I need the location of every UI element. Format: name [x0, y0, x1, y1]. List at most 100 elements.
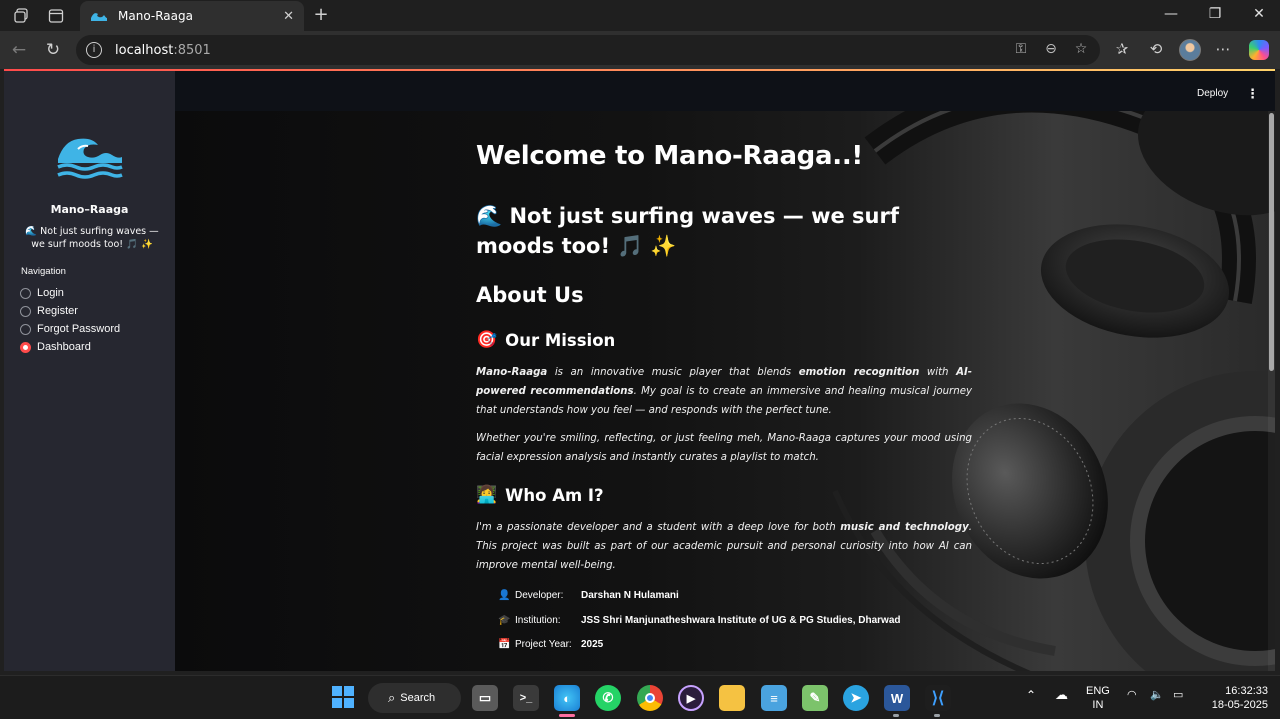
back-arrow-icon[interactable]: ←	[8, 39, 30, 61]
mission-heading: 🎯 Our Mission	[476, 330, 615, 350]
deploy-button[interactable]: Deploy	[1197, 88, 1228, 99]
nav-login-label: Login	[37, 287, 64, 299]
edge-browser-icon[interactable]: ◐	[554, 685, 580, 711]
task-view-icon[interactable]: ▭	[472, 685, 498, 711]
wifi-icon[interactable]: ◠	[1127, 688, 1137, 701]
whoami-text-a: I'm a passionate developer and a student…	[476, 522, 841, 533]
vscode-icon[interactable]: ⟩⟨	[925, 685, 951, 711]
music-sparkle-emoji-icon: 🎵 ✨	[617, 234, 677, 258]
whatsapp-icon[interactable]: ✆	[595, 685, 621, 711]
sidebar-tagline: 🌊 Not just surfing waves — we surf moods…	[25, 226, 159, 250]
whoami-heading-text: Who Am I?	[505, 485, 604, 505]
calendar-icon: 📅	[498, 639, 511, 650]
show-hidden-icons-icon[interactable]: ⌃	[1026, 688, 1036, 702]
telegram-icon[interactable]: ➤	[843, 685, 869, 711]
key-icon[interactable]: ⚿	[1012, 41, 1030, 57]
close-window-icon[interactable]: ✕	[1249, 6, 1269, 22]
mission-text-c: with	[919, 367, 957, 378]
favorites-icon[interactable]: ✰	[1112, 40, 1132, 58]
language-indicator[interactable]: ENG IN	[1086, 684, 1110, 712]
close-tab-icon[interactable]: ✕	[283, 9, 294, 24]
nav-radio-forgot-password[interactable]: Forgot Password	[20, 323, 120, 335]
institution-value: JSS Shri Manjunatheshwara Institute of U…	[581, 615, 901, 626]
tab-actions-icon[interactable]	[46, 6, 66, 26]
tab-title: Mano-Raaga	[118, 9, 193, 23]
whoami-paragraph: I'm a passionate developer and a student…	[476, 518, 972, 575]
emotion-recognition-bold: emotion recognition	[798, 367, 920, 378]
url-input[interactable]: i localhost:8501 ⚿ ⊖ ☆	[76, 35, 1100, 65]
whoami-heading: 👩‍💻 Who Am I?	[476, 485, 604, 505]
browser-tab-bar: Mano-Raaga ✕ + — ❐ ✕	[0, 0, 1280, 31]
search-icon: ⌕	[388, 690, 396, 706]
radio-circle[interactable]	[20, 323, 31, 335]
site-info-icon[interactable]: i	[86, 42, 102, 58]
page-title: Welcome to Mano-Raaga..!	[476, 141, 863, 171]
url-host: localhost	[115, 42, 174, 58]
zoom-icon[interactable]: ⊖	[1042, 41, 1060, 57]
main-menu-icon[interactable]: ⋮	[1246, 87, 1259, 102]
nav-dashboard-label: Dashboard	[37, 341, 91, 353]
edge-running-indicator	[559, 714, 575, 717]
vscode-running-indicator	[934, 714, 940, 717]
new-tab-icon[interactable]: +	[310, 4, 332, 25]
word-icon[interactable]: W	[884, 685, 910, 711]
app-viewport: Mano–Raaga 🌊 Not just surfing waves — we…	[4, 69, 1275, 671]
favorite-star-icon[interactable]: ☆	[1072, 41, 1090, 57]
restore-icon[interactable]: ❐	[1205, 6, 1225, 22]
workspaces-icon[interactable]	[12, 6, 32, 26]
developer-icon: 👩‍💻	[476, 485, 498, 505]
scrollbar-thumb[interactable]	[1269, 113, 1274, 371]
music-technology-bold: music and technology	[840, 522, 969, 533]
terminal-icon[interactable]: >_	[513, 685, 539, 711]
volume-icon[interactable]: 🔈	[1150, 688, 1164, 701]
nav-radio-login[interactable]: Login	[20, 287, 64, 299]
wave-emoji-icon: 🌊	[476, 204, 503, 228]
about-heading: About Us	[476, 283, 584, 307]
word-running-indicator	[893, 714, 899, 717]
profile-avatar[interactable]	[1179, 39, 1201, 61]
taskbar-search-label: Search	[400, 692, 436, 704]
taskbar-search[interactable]: ⌕ Search	[368, 683, 461, 713]
app-header: Deploy ⋮	[175, 71, 1275, 111]
clock-time: 16:32:33	[1225, 685, 1268, 697]
wave-favicon-icon	[91, 13, 107, 21]
url-port: :8501	[173, 42, 211, 58]
windows-taskbar: ⌕ Search ▭ >_ ◐ ✆ ▶ ≡ ✎ ➤ W ⟩⟨ ⌃ ☁ ENG I…	[0, 675, 1280, 719]
target-icon: 🎯	[476, 330, 498, 350]
project-year-row: 📅 Project Year: 2025	[498, 639, 603, 650]
notepad-icon[interactable]: ≡	[761, 685, 787, 711]
file-explorer-icon[interactable]	[719, 685, 745, 711]
project-year-value: 2025	[581, 639, 604, 650]
app-name-bold: Mano-Raaga	[476, 367, 548, 378]
nav-radio-dashboard[interactable]: Dashboard	[20, 341, 91, 353]
language-line-1: ENG	[1086, 685, 1110, 697]
mission-text-a: is an innovative music player that blend…	[547, 367, 799, 378]
mission-heading-text: Our Mission	[505, 330, 616, 350]
battery-icon[interactable]: ▭	[1173, 688, 1183, 701]
history-icon[interactable]: ⟲	[1146, 40, 1166, 58]
radio-circle-selected[interactable]	[20, 341, 31, 353]
chrome-icon[interactable]	[637, 685, 663, 711]
project-year-label: Project Year:	[515, 639, 572, 650]
page-subtitle: 🌊 Not just surfing waves — we surf moods…	[476, 201, 972, 261]
notes-app-icon[interactable]: ✎	[802, 685, 828, 711]
minimize-icon[interactable]: —	[1161, 6, 1181, 22]
windows-start-icon[interactable]	[332, 686, 354, 708]
subtitle-text: Not just surfing waves — we surf moods t…	[476, 204, 900, 258]
radio-circle[interactable]	[20, 287, 31, 299]
mission-paragraph-2: Whether you're smiling, reflecting, or j…	[476, 433, 972, 463]
nav-radio-register[interactable]: Register	[20, 305, 78, 317]
media-player-icon[interactable]: ▶	[678, 685, 704, 711]
graduation-cap-icon: 🎓	[498, 615, 511, 626]
clock[interactable]: 16:32:33 18-05-2025	[1200, 684, 1268, 712]
radio-circle[interactable]	[20, 305, 31, 317]
onedrive-cloud-icon[interactable]: ☁	[1055, 687, 1068, 703]
reload-icon[interactable]: ↻	[42, 39, 64, 61]
copilot-icon[interactable]	[1249, 40, 1269, 60]
nav-register-label: Register	[37, 305, 78, 317]
active-tab[interactable]: Mano-Raaga ✕	[80, 1, 304, 31]
developer-value: Darshan N Hulamani	[581, 590, 679, 601]
more-icon[interactable]: ⋯	[1213, 40, 1233, 58]
wave-logo-icon	[57, 138, 123, 179]
main-content: Welcome to Mano-Raaga..! 🌊 Not just surf…	[175, 111, 1275, 671]
